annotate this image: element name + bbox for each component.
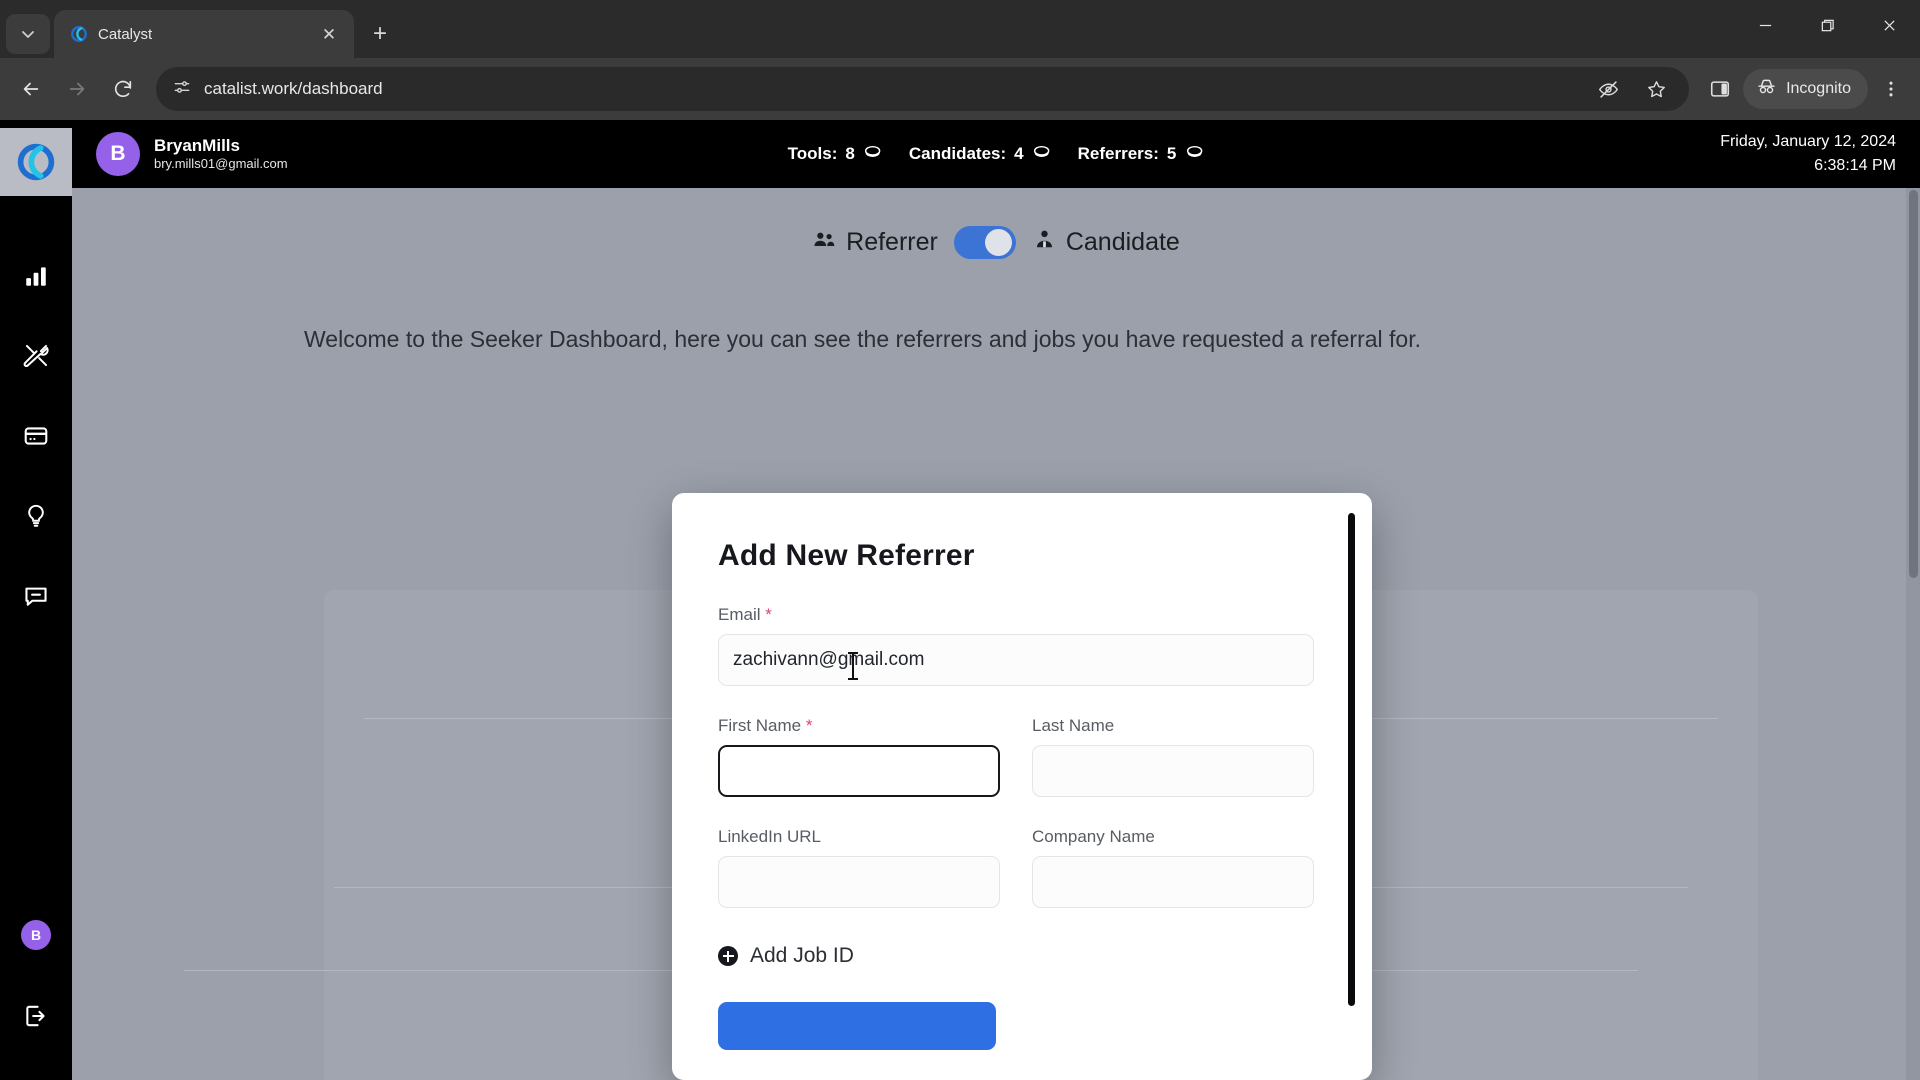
submit-button[interactable] xyxy=(718,1002,996,1050)
catalyst-logo-icon xyxy=(70,25,88,43)
add-referrer-modal: Add New Referrer Email * zachivann@gmail… xyxy=(672,493,1372,1080)
address-bar[interactable]: catalist.work/dashboard xyxy=(156,67,1690,111)
linkedin-url-label: LinkedIn URL xyxy=(718,827,822,846)
chat-icon xyxy=(23,583,49,614)
app-logo[interactable] xyxy=(0,128,72,196)
credit-card-icon xyxy=(23,423,49,454)
email-label: Email * xyxy=(718,605,1314,625)
incognito-icon xyxy=(1756,76,1777,102)
user-email: bry.mills01@gmail.com xyxy=(154,156,288,172)
window-minimize-button[interactable] xyxy=(1734,0,1796,50)
name-row: First Name * Last Name xyxy=(718,716,1314,797)
stat-tools-value: 8 xyxy=(845,144,855,163)
plus-circle-icon xyxy=(718,946,738,966)
reload-button[interactable] xyxy=(102,68,144,110)
stat-referrers-label: Referrers: xyxy=(1077,144,1159,163)
window-controls xyxy=(1734,0,1920,50)
linkedin-url-field[interactable] xyxy=(718,856,1000,908)
coin-icon xyxy=(1032,142,1052,167)
field-linkedin-url: LinkedIn URL xyxy=(718,827,1000,908)
sidebar-item-logout[interactable] xyxy=(16,998,56,1038)
user-name: BryanMills xyxy=(154,135,240,155)
browser-tab-catalyst[interactable]: Catalyst ✕ xyxy=(54,10,354,58)
stat-tools-label: Tools: xyxy=(787,144,838,163)
email-label-text: Email xyxy=(718,605,761,624)
stat-candidates-label: Candidates: xyxy=(908,144,1007,163)
sidebar-avatar[interactable]: B xyxy=(21,920,51,950)
clock-time: 6:38:14 PM xyxy=(1814,157,1896,174)
header-stats: Tools: 8 Candidates: 4 Referrers: 5 xyxy=(788,142,1205,167)
add-job-id-label: Add Job ID xyxy=(750,944,854,967)
header-clock: Friday, January 12, 2024 6:38:14 PM xyxy=(1720,130,1896,178)
eye-off-icon[interactable] xyxy=(1589,70,1627,108)
page-scrollbar-thumb[interactable] xyxy=(1909,190,1918,578)
forward-button[interactable] xyxy=(56,68,98,110)
web-viewport: B B BryanMills bry.mills01@gmail.com Too… xyxy=(0,120,1920,1080)
bar-chart-icon xyxy=(23,263,49,294)
company-row: LinkedIn URL Company Name xyxy=(718,827,1314,908)
tab-close-button[interactable]: ✕ xyxy=(316,21,342,47)
sidebar-item-messages[interactable] xyxy=(16,578,56,618)
add-job-id-button[interactable]: Add Job ID xyxy=(718,944,1314,968)
address-bar-url: catalist.work/dashboard xyxy=(204,79,383,98)
sidebar-item-tools[interactable] xyxy=(16,338,56,378)
tab-title: Catalyst xyxy=(98,25,153,43)
window-close-button[interactable] xyxy=(1858,0,1920,50)
email-required-mark: * xyxy=(765,605,772,624)
first-name-label-text: First Name xyxy=(718,716,802,735)
field-email: Email * zachivann@gmail.com xyxy=(718,605,1314,686)
coin-icon xyxy=(863,142,883,167)
first-name-field[interactable] xyxy=(718,745,1000,797)
new-tab-button[interactable]: + xyxy=(360,14,400,54)
modal-scrollbar[interactable] xyxy=(1348,513,1355,1006)
field-last-name: Last Name xyxy=(1032,716,1314,797)
coin-icon xyxy=(1184,142,1204,167)
window-maximize-button[interactable] xyxy=(1796,0,1858,50)
dashboard-page: Referrer Candidate Welcome to the Seeker… xyxy=(72,188,1920,1080)
email-value: zachivann@gmail.com xyxy=(733,649,925,670)
tools-icon xyxy=(23,342,50,374)
sidebar-item-ideas[interactable] xyxy=(16,498,56,538)
stat-referrers-value: 5 xyxy=(1166,144,1177,163)
modal-title: Add New Referrer xyxy=(718,539,975,572)
back-button[interactable] xyxy=(10,68,52,110)
page-scrollbar[interactable] xyxy=(1906,188,1920,1080)
avatar: B xyxy=(96,132,140,176)
first-name-label: First Name * xyxy=(718,716,1000,736)
app-header: B BryanMills bry.mills01@gmail.com Tools… xyxy=(72,120,1920,188)
star-icon[interactable] xyxy=(1637,70,1675,108)
side-panel-icon[interactable] xyxy=(1701,70,1739,108)
stat-referrers: Referrers: 5 xyxy=(1078,142,1205,167)
incognito-label: Incognito xyxy=(1786,80,1851,97)
clock-date: Friday, January 12, 2024 xyxy=(1720,133,1896,150)
stat-candidates-value: 4 xyxy=(1014,144,1024,163)
app-sidebar: B xyxy=(0,120,72,1080)
incognito-indicator[interactable]: Incognito xyxy=(1743,69,1868,109)
stat-candidates: Candidates: 4 xyxy=(909,142,1052,167)
sidebar-item-dashboard[interactable] xyxy=(16,258,56,298)
stat-tools: Tools: 8 xyxy=(788,142,883,167)
email-field[interactable]: zachivann@gmail.com xyxy=(718,634,1314,686)
browser-window: Catalyst ✕ + catalist.work/dashboard Inc… xyxy=(0,0,1920,1080)
company-name-label: Company Name xyxy=(1032,827,1155,846)
last-name-label: Last Name xyxy=(1032,716,1115,735)
app-content: B BryanMills bry.mills01@gmail.com Tools… xyxy=(72,120,1920,1080)
tab-search-button[interactable] xyxy=(6,14,50,54)
sidebar-item-billing[interactable] xyxy=(16,418,56,458)
text-cursor xyxy=(848,652,858,680)
last-name-field[interactable] xyxy=(1032,745,1314,797)
chevron-down-icon xyxy=(22,31,34,38)
page-settings-icon[interactable] xyxy=(172,77,192,102)
three-dot-menu-icon[interactable] xyxy=(1872,70,1910,108)
field-first-name: First Name * xyxy=(718,716,1000,797)
logout-icon xyxy=(23,1003,49,1034)
company-name-field[interactable] xyxy=(1032,856,1314,908)
first-name-required-mark: * xyxy=(805,716,813,735)
header-user[interactable]: B BryanMills bry.mills01@gmail.com xyxy=(96,132,288,176)
field-company-name: Company Name xyxy=(1032,827,1314,908)
lightbulb-icon xyxy=(23,503,49,534)
tab-strip: Catalyst ✕ + xyxy=(0,0,1920,58)
browser-toolbar: catalist.work/dashboard Incognito xyxy=(0,58,1920,120)
